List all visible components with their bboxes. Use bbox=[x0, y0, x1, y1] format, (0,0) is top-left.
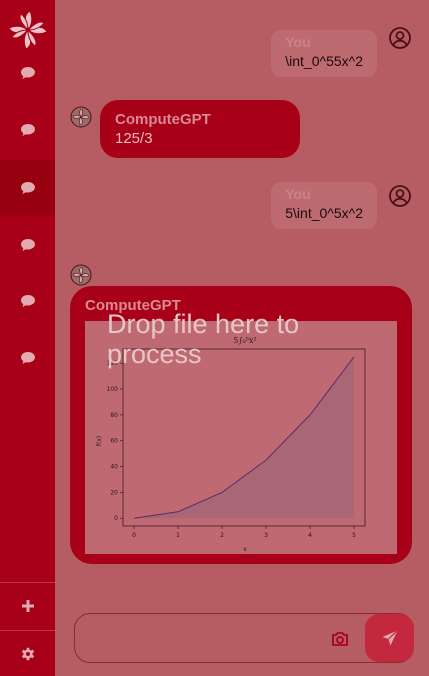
send-icon bbox=[382, 630, 398, 646]
y-tick-label: 60 bbox=[110, 438, 118, 445]
chart-ylabel: f(x) bbox=[96, 436, 103, 446]
drop-file-overlay-text: Drop file here to process bbox=[107, 309, 300, 369]
y-tick-label: 100 bbox=[107, 386, 119, 393]
y-tick-label: 0 bbox=[114, 515, 118, 522]
x-tick-label: 2 bbox=[220, 532, 224, 539]
user-avatar-icon bbox=[389, 27, 411, 49]
y-tick-label: 20 bbox=[110, 489, 118, 496]
bot-avatar-icon bbox=[70, 264, 92, 286]
x-tick-label: 3 bbox=[264, 532, 268, 539]
message-author: ComputeGPT bbox=[115, 111, 211, 128]
send-button[interactable] bbox=[365, 614, 414, 662]
sidebar bbox=[0, 0, 55, 676]
plus-icon bbox=[21, 600, 34, 612]
y-tick-label: 40 bbox=[110, 464, 118, 471]
sidebar-item-chat-4[interactable] bbox=[0, 217, 55, 273]
x-tick-label: 4 bbox=[308, 532, 312, 539]
chat-bubble-icon bbox=[20, 295, 35, 307]
area-fill bbox=[134, 356, 354, 519]
bot-message: ComputeGPT 125/3 bbox=[100, 100, 300, 158]
message-text: 125/3 bbox=[115, 130, 153, 147]
y-tick-label: 80 bbox=[110, 412, 118, 419]
chat-bubble-icon bbox=[20, 352, 35, 364]
sidebar-item-chat-1[interactable] bbox=[0, 45, 55, 101]
user-message: You 5\int_0^5x^2 bbox=[271, 182, 377, 229]
x-tick-label: 0 bbox=[132, 532, 136, 539]
message-text: 5\int_0^5x^2 bbox=[285, 205, 363, 221]
sidebar-item-chat-5[interactable] bbox=[0, 273, 55, 329]
x-tick-label: 1 bbox=[176, 532, 180, 539]
bot-avatar-icon bbox=[70, 106, 92, 128]
sidebar-item-chat-6[interactable] bbox=[0, 330, 55, 386]
chat-bubble-icon bbox=[20, 239, 35, 251]
message-input[interactable] bbox=[74, 613, 414, 663]
camera-icon[interactable] bbox=[330, 629, 350, 649]
message-author: You bbox=[285, 186, 311, 202]
user-message: You \int_0^55x^2 bbox=[271, 30, 377, 77]
sidebar-item-chat-3[interactable] bbox=[0, 160, 55, 216]
gear-icon bbox=[21, 647, 34, 661]
sidebar-item-chat-2[interactable] bbox=[0, 102, 55, 158]
chat-bubble-icon bbox=[20, 182, 35, 194]
user-avatar-icon bbox=[389, 185, 411, 207]
message-author: You bbox=[285, 34, 311, 50]
settings-button[interactable] bbox=[0, 626, 55, 676]
chat-bubble-icon bbox=[20, 67, 35, 79]
chart-xlabel: x bbox=[243, 546, 247, 553]
chat-bubble-icon bbox=[20, 124, 35, 136]
x-tick-label: 5 bbox=[352, 532, 356, 539]
message-text: \int_0^55x^2 bbox=[285, 53, 363, 69]
